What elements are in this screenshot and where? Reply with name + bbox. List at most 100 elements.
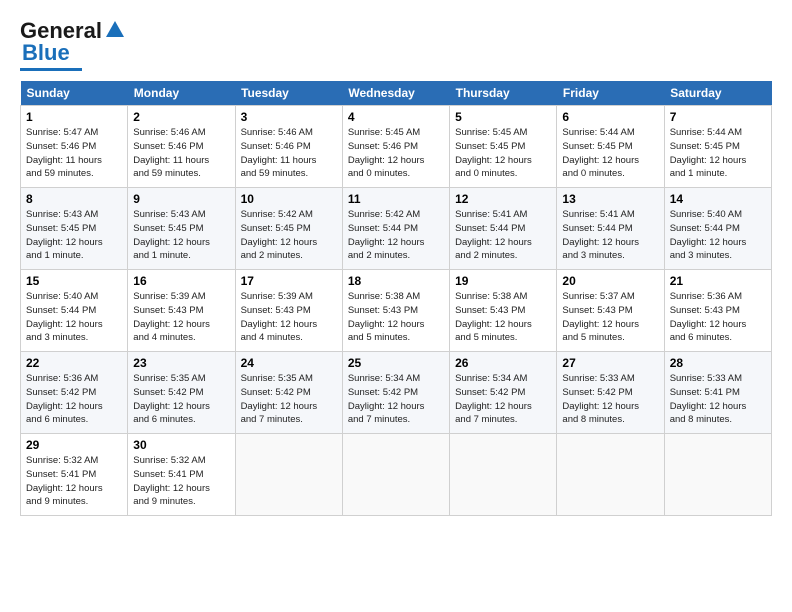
day-number: 14 [670, 192, 766, 206]
day-cell: 14 Sunrise: 5:40 AMSunset: 5:44 PMDayligh… [664, 188, 771, 270]
day-number: 19 [455, 274, 551, 288]
day-number: 17 [241, 274, 337, 288]
day-cell: 28 Sunrise: 5:33 AMSunset: 5:41 PMDayligh… [664, 352, 771, 434]
day-info: Sunrise: 5:36 AMSunset: 5:42 PMDaylight:… [26, 372, 122, 427]
day-number: 9 [133, 192, 229, 206]
weekday-header-saturday: Saturday [664, 81, 771, 106]
day-number: 13 [562, 192, 658, 206]
weekday-header-wednesday: Wednesday [342, 81, 449, 106]
day-cell: 23Sunrise: 5:35 AMSunset: 5:42 PMDayligh… [128, 352, 235, 434]
logo-icon [104, 19, 126, 41]
day-cell: 20Sunrise: 5:37 AMSunset: 5:43 PMDayligh… [557, 270, 664, 352]
day-cell: 12 Sunrise: 5:41 AMSunset: 5:44 PMDayligh… [450, 188, 557, 270]
day-cell: 7 Sunrise: 5:44 AMSunset: 5:45 PMDaylight… [664, 106, 771, 188]
day-info: Sunrise: 5:34 AMSunset: 5:42 PMDaylight:… [348, 372, 444, 427]
day-number: 12 [455, 192, 551, 206]
header: General Blue [20, 18, 772, 71]
calendar-table: SundayMondayTuesdayWednesdayThursdayFrid… [20, 81, 772, 516]
weekday-header-sunday: Sunday [21, 81, 128, 106]
day-cell: 6 Sunrise: 5:44 AMSunset: 5:45 PMDaylight… [557, 106, 664, 188]
day-info: Sunrise: 5:33 AMSunset: 5:41 PMDaylight:… [670, 372, 766, 427]
day-info: Sunrise: 5:44 AMSunset: 5:45 PMDaylight:… [562, 126, 658, 181]
week-row-1: 1Sunrise: 5:47 AMSunset: 5:46 PMDaylight… [21, 106, 772, 188]
day-number: 3 [241, 110, 337, 124]
day-info: Sunrise: 5:43 AMSunset: 5:45 PMDaylight:… [133, 208, 229, 263]
calendar-page: General Blue SundayMondayTuesdayWednesda… [0, 0, 792, 612]
day-number: 6 [562, 110, 658, 124]
day-number: 20 [562, 274, 658, 288]
day-number: 22 [26, 356, 122, 370]
day-info: Sunrise: 5:41 AMSunset: 5:44 PMDaylight:… [455, 208, 551, 263]
day-number: 30 [133, 438, 229, 452]
day-number: 16 [133, 274, 229, 288]
weekday-header-row: SundayMondayTuesdayWednesdayThursdayFrid… [21, 81, 772, 106]
day-cell: 5 Sunrise: 5:45 AMSunset: 5:45 PMDaylight… [450, 106, 557, 188]
day-number: 10 [241, 192, 337, 206]
day-cell: 15 Sunrise: 5:40 AMSunset: 5:44 PMDayligh… [21, 270, 128, 352]
day-info: Sunrise: 5:33 AMSunset: 5:42 PMDaylight:… [562, 372, 658, 427]
day-cell: 17 Sunrise: 5:39 AMSunset: 5:43 PMDayligh… [235, 270, 342, 352]
day-info: Sunrise: 5:32 AMSunset: 5:41 PMDaylight:… [26, 454, 122, 509]
weekday-header-monday: Monday [128, 81, 235, 106]
day-number: 5 [455, 110, 551, 124]
day-info: Sunrise: 5:46 AMSunset: 5:46 PMDaylight:… [241, 126, 337, 181]
day-number: 23 [133, 356, 229, 370]
day-number: 29 [26, 438, 122, 452]
day-cell: 11 Sunrise: 5:42 AMSunset: 5:44 PMDayligh… [342, 188, 449, 270]
day-cell: 9 Sunrise: 5:43 AMSunset: 5:45 PMDaylight… [128, 188, 235, 270]
day-info: Sunrise: 5:38 AMSunset: 5:43 PMDaylight:… [348, 290, 444, 345]
day-cell [664, 434, 771, 516]
day-cell: 21Sunrise: 5:36 AMSunset: 5:43 PMDayligh… [664, 270, 771, 352]
day-cell: 30 Sunrise: 5:32 AMSunset: 5:41 PMDayligh… [128, 434, 235, 516]
day-number: 4 [348, 110, 444, 124]
day-cell: 1Sunrise: 5:47 AMSunset: 5:46 PMDaylight… [21, 106, 128, 188]
logo-underline [20, 68, 82, 71]
day-number: 11 [348, 192, 444, 206]
day-number: 21 [670, 274, 766, 288]
day-number: 8 [26, 192, 122, 206]
day-cell: 24Sunrise: 5:35 AMSunset: 5:42 PMDayligh… [235, 352, 342, 434]
day-cell: 26Sunrise: 5:34 AMSunset: 5:42 PMDayligh… [450, 352, 557, 434]
day-info: Sunrise: 5:41 AMSunset: 5:44 PMDaylight:… [562, 208, 658, 263]
logo: General Blue [20, 18, 126, 71]
day-info: Sunrise: 5:39 AMSunset: 5:43 PMDaylight:… [133, 290, 229, 345]
weekday-header-friday: Friday [557, 81, 664, 106]
day-cell: 19Sunrise: 5:38 AMSunset: 5:43 PMDayligh… [450, 270, 557, 352]
week-row-3: 15 Sunrise: 5:40 AMSunset: 5:44 PMDayligh… [21, 270, 772, 352]
day-info: Sunrise: 5:42 AMSunset: 5:45 PMDaylight:… [241, 208, 337, 263]
day-cell: 13 Sunrise: 5:41 AMSunset: 5:44 PMDayligh… [557, 188, 664, 270]
day-cell: 25Sunrise: 5:34 AMSunset: 5:42 PMDayligh… [342, 352, 449, 434]
day-info: Sunrise: 5:42 AMSunset: 5:44 PMDaylight:… [348, 208, 444, 263]
day-info: Sunrise: 5:44 AMSunset: 5:45 PMDaylight:… [670, 126, 766, 181]
day-info: Sunrise: 5:46 AMSunset: 5:46 PMDaylight:… [133, 126, 229, 181]
day-info: Sunrise: 5:45 AMSunset: 5:45 PMDaylight:… [455, 126, 551, 181]
day-cell: 2 Sunrise: 5:46 AMSunset: 5:46 PMDaylight… [128, 106, 235, 188]
day-cell: 22 Sunrise: 5:36 AMSunset: 5:42 PMDayligh… [21, 352, 128, 434]
day-info: Sunrise: 5:40 AMSunset: 5:44 PMDaylight:… [670, 208, 766, 263]
day-cell [235, 434, 342, 516]
day-cell [557, 434, 664, 516]
day-cell: 27Sunrise: 5:33 AMSunset: 5:42 PMDayligh… [557, 352, 664, 434]
day-cell [450, 434, 557, 516]
weekday-header-thursday: Thursday [450, 81, 557, 106]
day-cell: 10 Sunrise: 5:42 AMSunset: 5:45 PMDayligh… [235, 188, 342, 270]
day-info: Sunrise: 5:39 AMSunset: 5:43 PMDaylight:… [241, 290, 337, 345]
day-cell: 4Sunrise: 5:45 AMSunset: 5:46 PMDaylight… [342, 106, 449, 188]
day-info: Sunrise: 5:35 AMSunset: 5:42 PMDaylight:… [241, 372, 337, 427]
day-number: 18 [348, 274, 444, 288]
day-cell: 29 Sunrise: 5:32 AMSunset: 5:41 PMDayligh… [21, 434, 128, 516]
day-cell: 16 Sunrise: 5:39 AMSunset: 5:43 PMDayligh… [128, 270, 235, 352]
weekday-header-tuesday: Tuesday [235, 81, 342, 106]
day-number: 26 [455, 356, 551, 370]
day-number: 2 [133, 110, 229, 124]
day-number: 7 [670, 110, 766, 124]
week-row-5: 29 Sunrise: 5:32 AMSunset: 5:41 PMDayligh… [21, 434, 772, 516]
logo-blue: Blue [22, 40, 70, 65]
day-info: Sunrise: 5:40 AMSunset: 5:44 PMDaylight:… [26, 290, 122, 345]
day-cell [342, 434, 449, 516]
day-number: 15 [26, 274, 122, 288]
week-row-2: 8 Sunrise: 5:43 AMSunset: 5:45 PMDaylight… [21, 188, 772, 270]
day-info: Sunrise: 5:32 AMSunset: 5:41 PMDaylight:… [133, 454, 229, 509]
week-row-4: 22 Sunrise: 5:36 AMSunset: 5:42 PMDayligh… [21, 352, 772, 434]
day-number: 28 [670, 356, 766, 370]
